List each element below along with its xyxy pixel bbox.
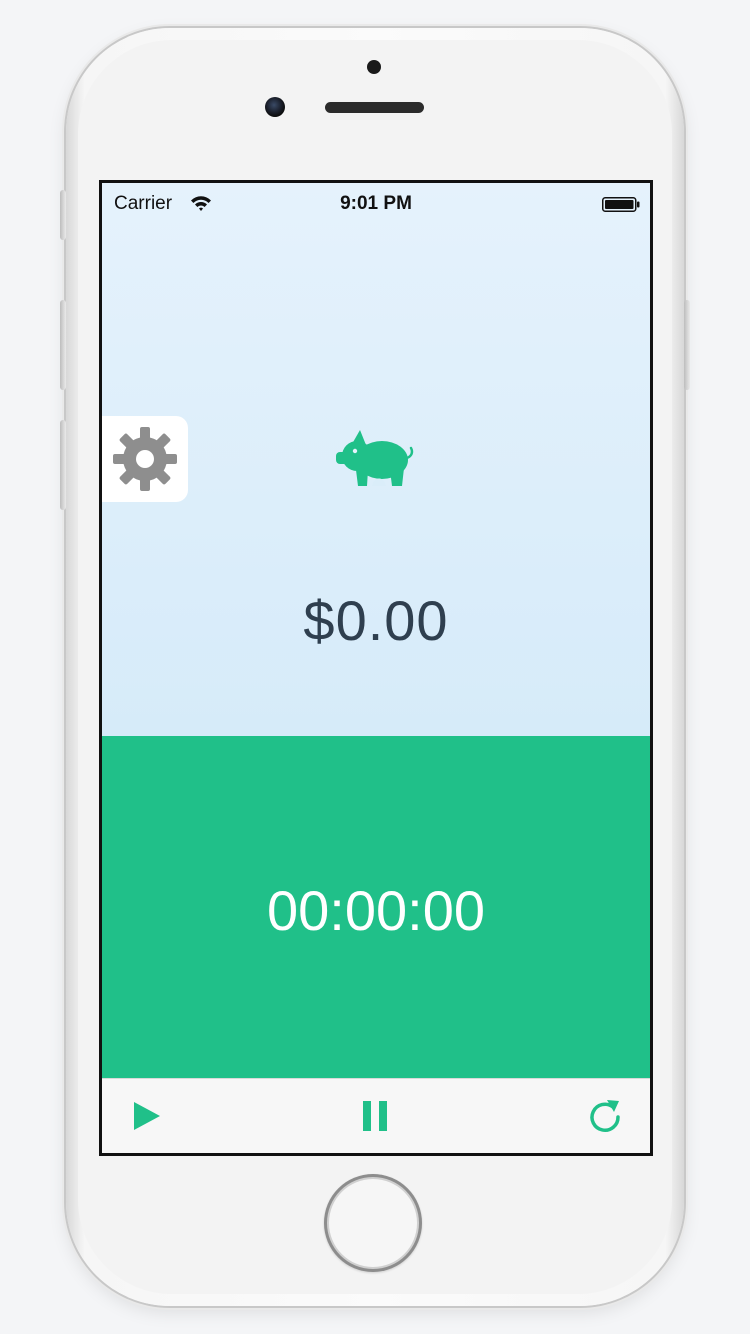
- status-bar: Carrier 9:01 PM: [102, 183, 650, 223]
- front-camera: [265, 97, 285, 117]
- volume-up-button: [60, 300, 66, 390]
- mute-switch: [60, 190, 66, 240]
- earpiece-speaker: [325, 102, 424, 113]
- control-toolbar: [102, 1078, 650, 1153]
- play-button[interactable]: [122, 1093, 168, 1139]
- pause-icon: [363, 1101, 387, 1131]
- elapsed-timer: 00:00:00: [267, 879, 485, 942]
- app-screen: Carrier 9:01 PM $0.00 00:00:00: [99, 180, 653, 1156]
- gear-icon: [113, 427, 177, 491]
- play-icon: [134, 1102, 160, 1130]
- proximity-sensor: [367, 60, 381, 74]
- status-time: 9:01 PM: [340, 193, 412, 214]
- pause-button[interactable]: [352, 1093, 398, 1139]
- battery-icon: [602, 197, 640, 212]
- settings-button[interactable]: [102, 416, 188, 502]
- reset-button[interactable]: [582, 1093, 628, 1139]
- earned-amount: $0.00: [303, 589, 449, 652]
- piggy-icon: [336, 430, 414, 486]
- timer-panel: 00:00:00: [102, 736, 650, 1078]
- volume-down-button: [60, 420, 66, 510]
- savings-panel: Carrier 9:01 PM $0.00: [102, 183, 650, 736]
- reset-icon: [590, 1100, 620, 1132]
- home-button[interactable]: [324, 1174, 422, 1272]
- device-frame: Carrier 9:01 PM $0.00 00:00:00: [0, 0, 750, 1334]
- power-button: [684, 300, 690, 390]
